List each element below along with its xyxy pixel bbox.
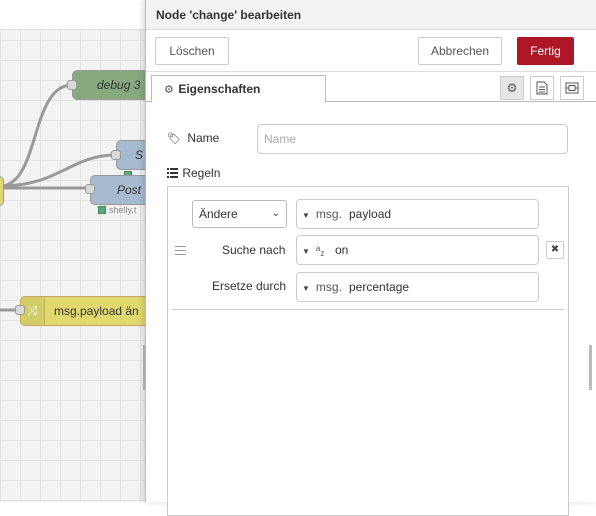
search-type-button[interactable]: ▼ az bbox=[297, 236, 324, 264]
change-node-input-port[interactable] bbox=[15, 305, 25, 315]
caret-down-icon: ▼ bbox=[302, 247, 310, 256]
tag-icon: 🏷 bbox=[167, 133, 181, 145]
search-label: Suche nach bbox=[222, 243, 286, 257]
post-node-label: Post bbox=[117, 183, 142, 197]
done-button[interactable]: Fertig bbox=[517, 37, 574, 65]
name-input[interactable]: Name bbox=[257, 124, 568, 154]
debug-node-label: debug 3 bbox=[97, 78, 141, 92]
gear-icon: ⚙ bbox=[164, 84, 174, 96]
rule-target-type-button[interactable]: ▼ msg. bbox=[297, 200, 342, 228]
tab-properties-label: Eigenschaften bbox=[178, 82, 261, 96]
replace-value: percentage bbox=[349, 280, 410, 294]
caret-down-icon: ▼ bbox=[302, 284, 310, 293]
tab-properties[interactable]: ⚙ Eigenschaften bbox=[151, 75, 326, 103]
debug-node[interactable]: debug 3 bbox=[72, 70, 145, 100]
rules-label: Regeln bbox=[182, 166, 221, 180]
search-value: on bbox=[335, 243, 349, 257]
change-node-label: msg.payload än bbox=[54, 304, 139, 318]
tray-tabs: ⚙ Eigenschaften ⚙ bbox=[146, 72, 596, 103]
name-label: Name bbox=[187, 131, 220, 145]
appearance-tab-button[interactable] bbox=[560, 76, 584, 100]
post-node-input-port[interactable] bbox=[85, 184, 95, 194]
rules-label-row: Regeln bbox=[167, 166, 220, 181]
tray-scrollbar[interactable] bbox=[589, 345, 592, 390]
debug-node-input-port[interactable] bbox=[67, 80, 77, 90]
document-icon bbox=[536, 81, 548, 95]
post-node-status-text: shelly.t bbox=[109, 205, 137, 215]
replace-label: Ersetze durch bbox=[212, 279, 287, 293]
post-node-status-icon bbox=[98, 206, 106, 214]
change-node[interactable]: ⤨ msg.payload än bbox=[20, 296, 145, 326]
caret-down-icon: ▼ bbox=[302, 211, 310, 220]
layout-icon bbox=[565, 82, 579, 94]
chevron-down-icon: ⌄ bbox=[271, 208, 280, 219]
tray-title: Node 'change' bearbeiten bbox=[146, 0, 596, 30]
replace-type-button[interactable]: ▼ msg. bbox=[297, 273, 342, 301]
name-input-placeholder: Name bbox=[264, 132, 297, 146]
rule-target-input[interactable]: ▼ msg. payload bbox=[296, 199, 539, 229]
settings-tab-button[interactable]: ⚙ bbox=[500, 76, 524, 100]
cancel-button[interactable]: Abbrechen bbox=[418, 37, 502, 65]
replace-prefix: msg. bbox=[315, 280, 342, 294]
rule-action-select[interactable]: Ändere ⌄ bbox=[192, 200, 287, 228]
edit-tray: Node 'change' bearbeiten Löschen Abbrech… bbox=[145, 0, 596, 516]
post-node[interactable]: Post bbox=[90, 175, 145, 205]
remove-icon[interactable]: ✖ bbox=[546, 241, 564, 259]
rule-divider bbox=[172, 309, 564, 310]
rule-action-value: Ändere bbox=[199, 207, 238, 221]
list-icon bbox=[167, 167, 179, 181]
rule-target-value: payload bbox=[349, 207, 392, 221]
rules-list[interactable]: Ändere ⌄ ▼ msg. payload Suche nach ▼ az on… bbox=[167, 186, 569, 516]
flow-workspace[interactable]: debug 3 S Post shelly.t ⤨ msg.payload än bbox=[0, 0, 145, 502]
set-node-label: S bbox=[135, 148, 144, 162]
replace-input[interactable]: ▼ msg. percentage bbox=[296, 272, 539, 302]
name-label-row: 🏷 Name bbox=[167, 131, 219, 145]
description-tab-button[interactable] bbox=[530, 76, 554, 100]
search-input[interactable]: ▼ az on bbox=[296, 235, 539, 265]
tray-toolbar: Löschen Abbrechen Fertig bbox=[146, 30, 596, 72]
rule-target-prefix: msg. bbox=[315, 207, 342, 221]
gear-icon: ⚙ bbox=[506, 81, 518, 95]
delete-button[interactable]: Löschen bbox=[155, 37, 229, 65]
source-node-edge[interactable] bbox=[0, 176, 4, 206]
set-node-input-port[interactable] bbox=[111, 150, 121, 160]
drag-handle-icon[interactable] bbox=[175, 246, 186, 258]
